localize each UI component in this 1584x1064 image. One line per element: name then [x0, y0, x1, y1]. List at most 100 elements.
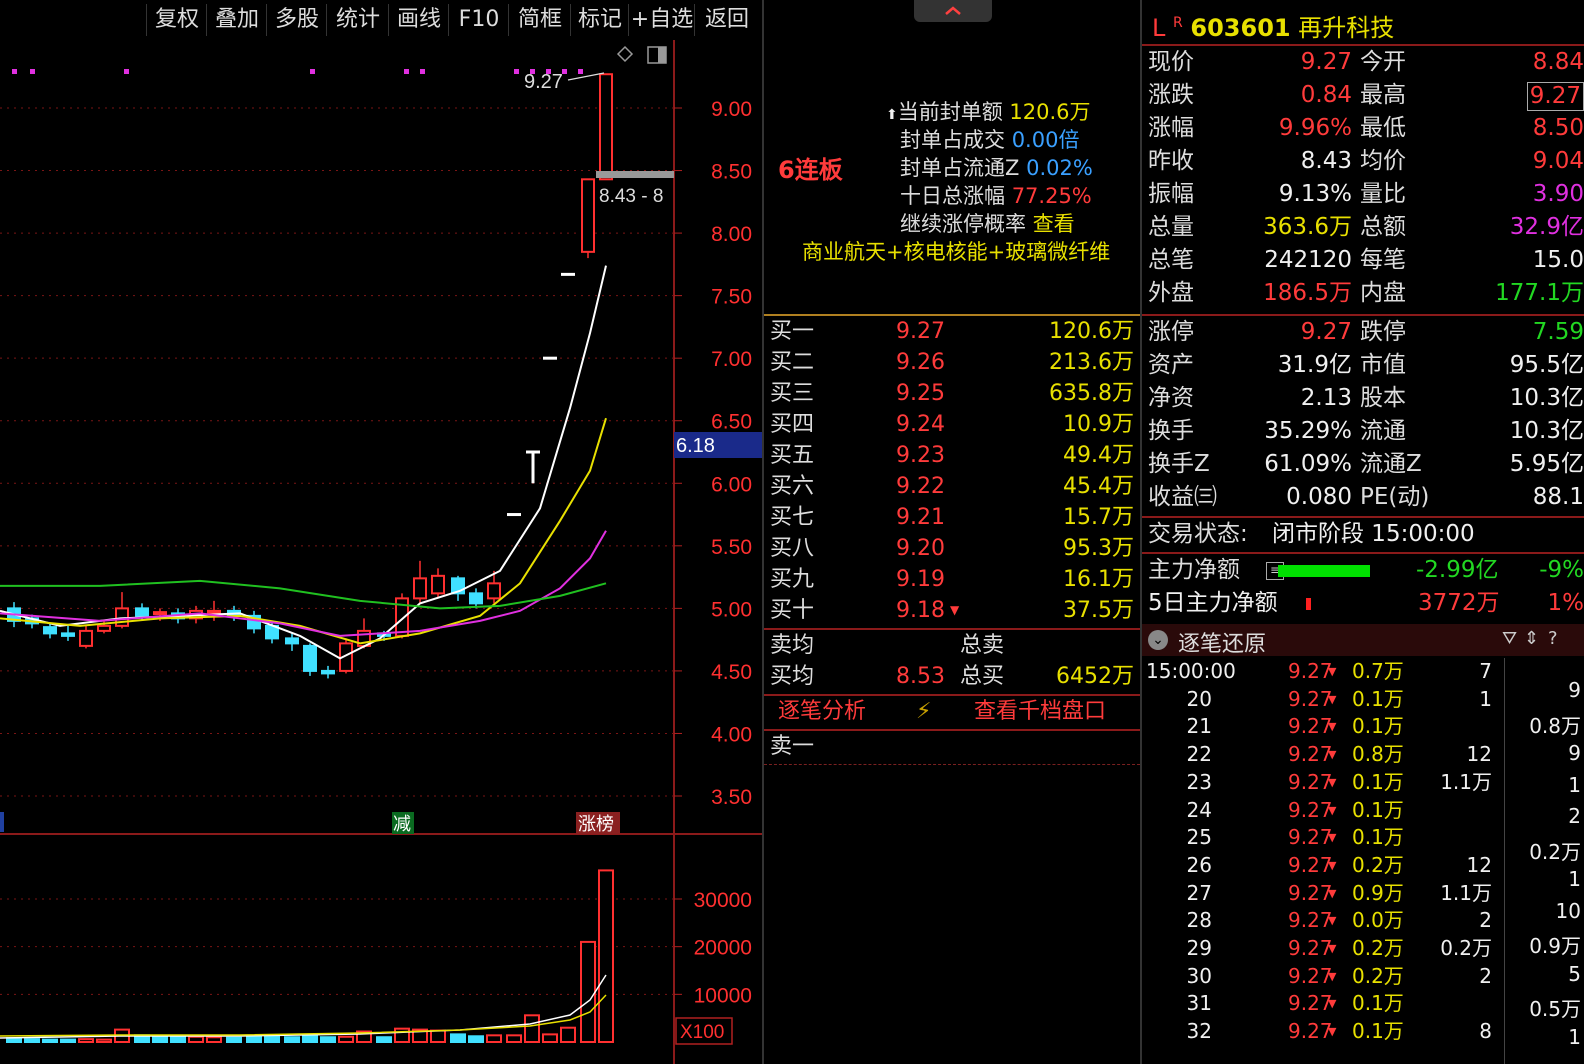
toolbar-button-0[interactable]: 复权	[146, 4, 207, 36]
quote-value: 9.27	[1300, 49, 1352, 75]
bid-row[interactable]: 买八 9.20 95.3万	[764, 533, 1140, 564]
quote-value: 2.13	[1300, 385, 1352, 411]
help-icon[interactable]: ?	[1548, 628, 1558, 649]
collapse-tab[interactable]	[914, 0, 992, 22]
tick-analysis-link[interactable]: 逐笔分析	[778, 696, 866, 727]
quote-label: 净资	[1148, 385, 1194, 411]
kline-chart[interactable]: 9.00 8.50 8.00 7.50 7.00 6.50 6.00 5.50 5.00 4.50…	[0, 40, 762, 1064]
bid-row[interactable]: 买二 9.26 213.6万	[764, 347, 1140, 378]
tick-time: 31	[1186, 991, 1212, 1016]
quote-value: 9.27	[1300, 319, 1352, 345]
caret-down-icon: ▼	[1328, 831, 1337, 845]
toolbar-button-1[interactable]: 叠加	[206, 4, 267, 36]
candle-body	[207, 609, 221, 614]
tick-time: 24	[1186, 797, 1212, 822]
bid-row[interactable]: 买九 9.19 16.1万	[764, 564, 1140, 595]
caret-down-icon: ▼	[1328, 803, 1337, 817]
thousand-levels-link[interactable]: 查看千档盘口	[974, 696, 1106, 727]
toolbar-button-7[interactable]: 标记	[570, 4, 629, 36]
quote-label: 今开	[1360, 49, 1406, 75]
filter-icon[interactable]: ⛛	[1502, 628, 1517, 649]
buy-avg-row: 买均 8.53 总买 6452万	[770, 664, 1134, 689]
tick-side-value: 10	[1555, 898, 1581, 923]
tick-time: 30	[1186, 963, 1212, 988]
quote-panel: L R 603601 再升科技 现价 9.27 今开 8.84 涨跌 0.84 最高 9.27…	[1142, 0, 1584, 1064]
toolbar-button-2[interactable]: 多股	[266, 4, 327, 36]
five-day-bar	[1306, 598, 1311, 610]
volume-bar	[246, 1035, 262, 1043]
tick-volume: 0.7万	[1352, 659, 1404, 683]
sort-icon[interactable]: ⇕	[1524, 628, 1539, 649]
tick-list[interactable]: 15:00:00 9.27 ▼ 0.7万 7 20 9.27 ▼ 0.1万 1 21 9.27 ▼ 0.1…	[1142, 658, 1584, 1064]
quote-value: 186.5万	[1263, 280, 1352, 306]
candle-body	[321, 669, 335, 675]
tick-side-value: 2	[1568, 804, 1581, 828]
bid-volume: 16.1万	[1063, 567, 1134, 592]
tick-volume: 0.1万	[1352, 769, 1404, 794]
volume-axis-label: 10000	[694, 984, 752, 1007]
quote-label: 现价	[1148, 49, 1194, 75]
tick-time: 15:00:00	[1146, 659, 1236, 683]
quote-label: 总额	[1360, 214, 1406, 240]
bid-row[interactable]: 买一 9.27 120.6万	[764, 316, 1140, 347]
tick-count: 2	[1479, 963, 1492, 988]
bid-row[interactable]: 买六 9.22 45.4万	[764, 471, 1140, 502]
toolbar-button-5[interactable]: F10	[448, 4, 509, 36]
signal-dot	[514, 69, 519, 74]
volume-bar	[506, 1034, 522, 1043]
tick-time: 23	[1186, 769, 1212, 794]
tick-price: 9.27	[1288, 686, 1333, 711]
tick-count: 1.1万	[1440, 880, 1492, 905]
toolbar-button-6[interactable]: 简框	[508, 4, 571, 36]
bid-price: 9.20	[896, 536, 945, 561]
volume-bar	[542, 1033, 558, 1044]
volume-bar	[468, 1035, 484, 1044]
bid-row[interactable]: 买四 9.24 10.9万	[764, 409, 1140, 440]
caret-down-icon: ▼	[1328, 914, 1337, 928]
volume-bar	[394, 1027, 410, 1043]
caret-down-icon: ▼	[1328, 720, 1337, 734]
volume-bar	[486, 1034, 502, 1043]
volume-bar	[42, 1038, 58, 1043]
volume-bar	[78, 1038, 94, 1044]
seal-amount: ⬆当前封单额 120.6万	[886, 100, 1091, 124]
tick-price: 9.27	[1288, 963, 1333, 988]
volume-bar	[376, 1036, 392, 1044]
quote-row: 总笔 242120 每笔 15.0	[1142, 244, 1584, 277]
flag-l: L	[1152, 14, 1166, 42]
trade-status: 交易状态: 闭市阶段 15:00:00	[1148, 521, 1475, 547]
quote-value: 9.27	[1526, 82, 1584, 111]
bid-row[interactable]: 买七 9.21 15.7万	[764, 502, 1140, 533]
toolbar-button-8[interactable]: +自选	[628, 4, 695, 36]
quote-row: 涨停 9.27 跌停 7.59	[1142, 316, 1584, 349]
tick-volume: 0.0万	[1352, 908, 1404, 933]
bid-row[interactable]: 买五 9.23 49.4万	[764, 440, 1140, 471]
volume-bar	[6, 1037, 22, 1043]
toolbar-button-9[interactable]: 返回	[694, 4, 759, 36]
quote-value: 61.09%	[1264, 451, 1352, 477]
tick-time: 28	[1186, 908, 1212, 933]
bid-label: 买十	[770, 598, 815, 623]
quote-value: 35.29%	[1264, 418, 1352, 444]
quote-label: 外盘	[1148, 280, 1194, 306]
chevron-down-icon[interactable]: ⌄	[1148, 630, 1168, 650]
sell-avg-row: 卖均 总卖	[770, 633, 1005, 658]
candle-body	[487, 582, 501, 600]
bid-row[interactable]: 买十 9.18 37.5万 ▼	[764, 595, 1140, 626]
toolbar-button-3[interactable]: 统计	[326, 4, 389, 36]
tick-count: 7	[1479, 659, 1492, 683]
caret-down-icon: ▼	[1328, 748, 1337, 762]
tick-count: 1.1万	[1440, 769, 1492, 794]
continue-link[interactable]: 查看	[1033, 212, 1075, 236]
volume-bar	[170, 1036, 186, 1044]
main-net-row: 主力净额 ≡ -2.99亿 -9%	[1148, 557, 1584, 583]
analysis-row: 逐笔分析 ⚡ 查看千档盘口	[764, 696, 1140, 727]
bid-price: 9.24	[896, 412, 945, 437]
volume-bar	[338, 1035, 354, 1043]
toolbar-button-4[interactable]: 画线	[388, 4, 449, 36]
bid-row[interactable]: 买三 9.25 635.8万	[764, 378, 1140, 409]
quote-label: 市值	[1360, 352, 1406, 378]
quote-value: 8.84	[1532, 49, 1584, 75]
volume-bar	[302, 1034, 318, 1044]
ten-day-gain: 十日总涨幅 77.25%	[900, 184, 1092, 208]
